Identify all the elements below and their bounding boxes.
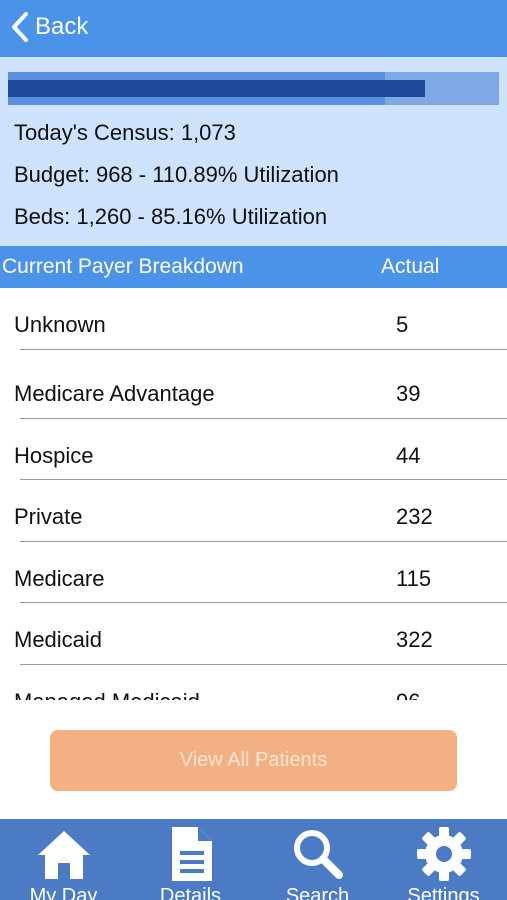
payer-name: Medicare Advantage	[14, 381, 215, 406]
tab-my-day[interactable]: My Day	[0, 819, 127, 900]
view-all-patients-button[interactable]: View All Patients	[50, 730, 457, 791]
tab-settings[interactable]: Settings	[380, 819, 507, 900]
budget-text: Budget: 968 - 110.89% Utilization	[14, 162, 339, 187]
tab-search[interactable]: Search	[254, 819, 381, 900]
census-text: Today's Census: 1,073	[14, 120, 236, 145]
payer-row[interactable]: Managed Medicaid 96	[0, 665, 507, 701]
row-divider	[20, 348, 507, 350]
payer-count: 39	[396, 381, 421, 406]
payer-name: Private	[14, 504, 83, 529]
actual-header-label: Actual	[381, 255, 440, 278]
census-summary: Today's Census: 1,073 Budget: 968 - 110.…	[0, 57, 507, 246]
payer-row[interactable]: Private 232	[0, 480, 507, 542]
payer-name: Managed Medicaid	[14, 689, 200, 701]
tab-label: My Day	[29, 885, 98, 900]
document-icon	[171, 827, 212, 881]
tab-label: Search	[285, 885, 350, 900]
tab-details[interactable]: Details	[127, 819, 254, 900]
top-nav-bar: Back	[0, 0, 507, 57]
payer-row[interactable]: Medicare 115	[0, 542, 507, 603]
payer-row[interactable]: Medicaid 322	[0, 603, 507, 665]
back-button[interactable]: Back	[9, 8, 88, 46]
payer-row[interactable]: Unknown 5	[0, 288, 507, 350]
payer-count: 232	[396, 504, 433, 529]
utilization-bar	[8, 72, 499, 105]
beds-text: Beds: 1,260 - 85.16% Utilization	[14, 204, 328, 229]
home-icon	[37, 831, 90, 879]
search-icon	[293, 830, 343, 879]
chevron-left-icon	[12, 12, 28, 42]
tab-label: Settings	[407, 885, 480, 900]
payer-row[interactable]: Hospice 44	[0, 419, 507, 480]
payer-name: Medicare	[14, 565, 105, 591]
payer-count: 115	[396, 565, 432, 591]
payer-name: Medicaid	[14, 627, 103, 652]
bottom-tab-bar: My Day Details Search Settings	[0, 819, 507, 900]
payer-table-header: Current Payer Breakdown Actual	[0, 246, 507, 288]
payer-count: 322	[396, 627, 433, 652]
budget-utilization-fill	[8, 80, 426, 97]
payer-header-label: Current Payer Breakdown	[2, 255, 244, 278]
payer-list[interactable]: Unknown 5 Medicare Advantage 39 Hospice …	[0, 288, 507, 700]
payer-count: 5	[396, 312, 409, 337]
payer-name: Unknown	[14, 312, 106, 337]
tab-label: Details	[159, 885, 222, 900]
payer-count: 44	[396, 442, 421, 468]
back-label: Back	[35, 13, 89, 40]
gear-icon	[416, 827, 471, 881]
payer-name: Hospice	[14, 442, 94, 468]
payer-row[interactable]: Medicare Advantage 39	[0, 357, 507, 419]
payer-count: 96	[396, 689, 420, 701]
